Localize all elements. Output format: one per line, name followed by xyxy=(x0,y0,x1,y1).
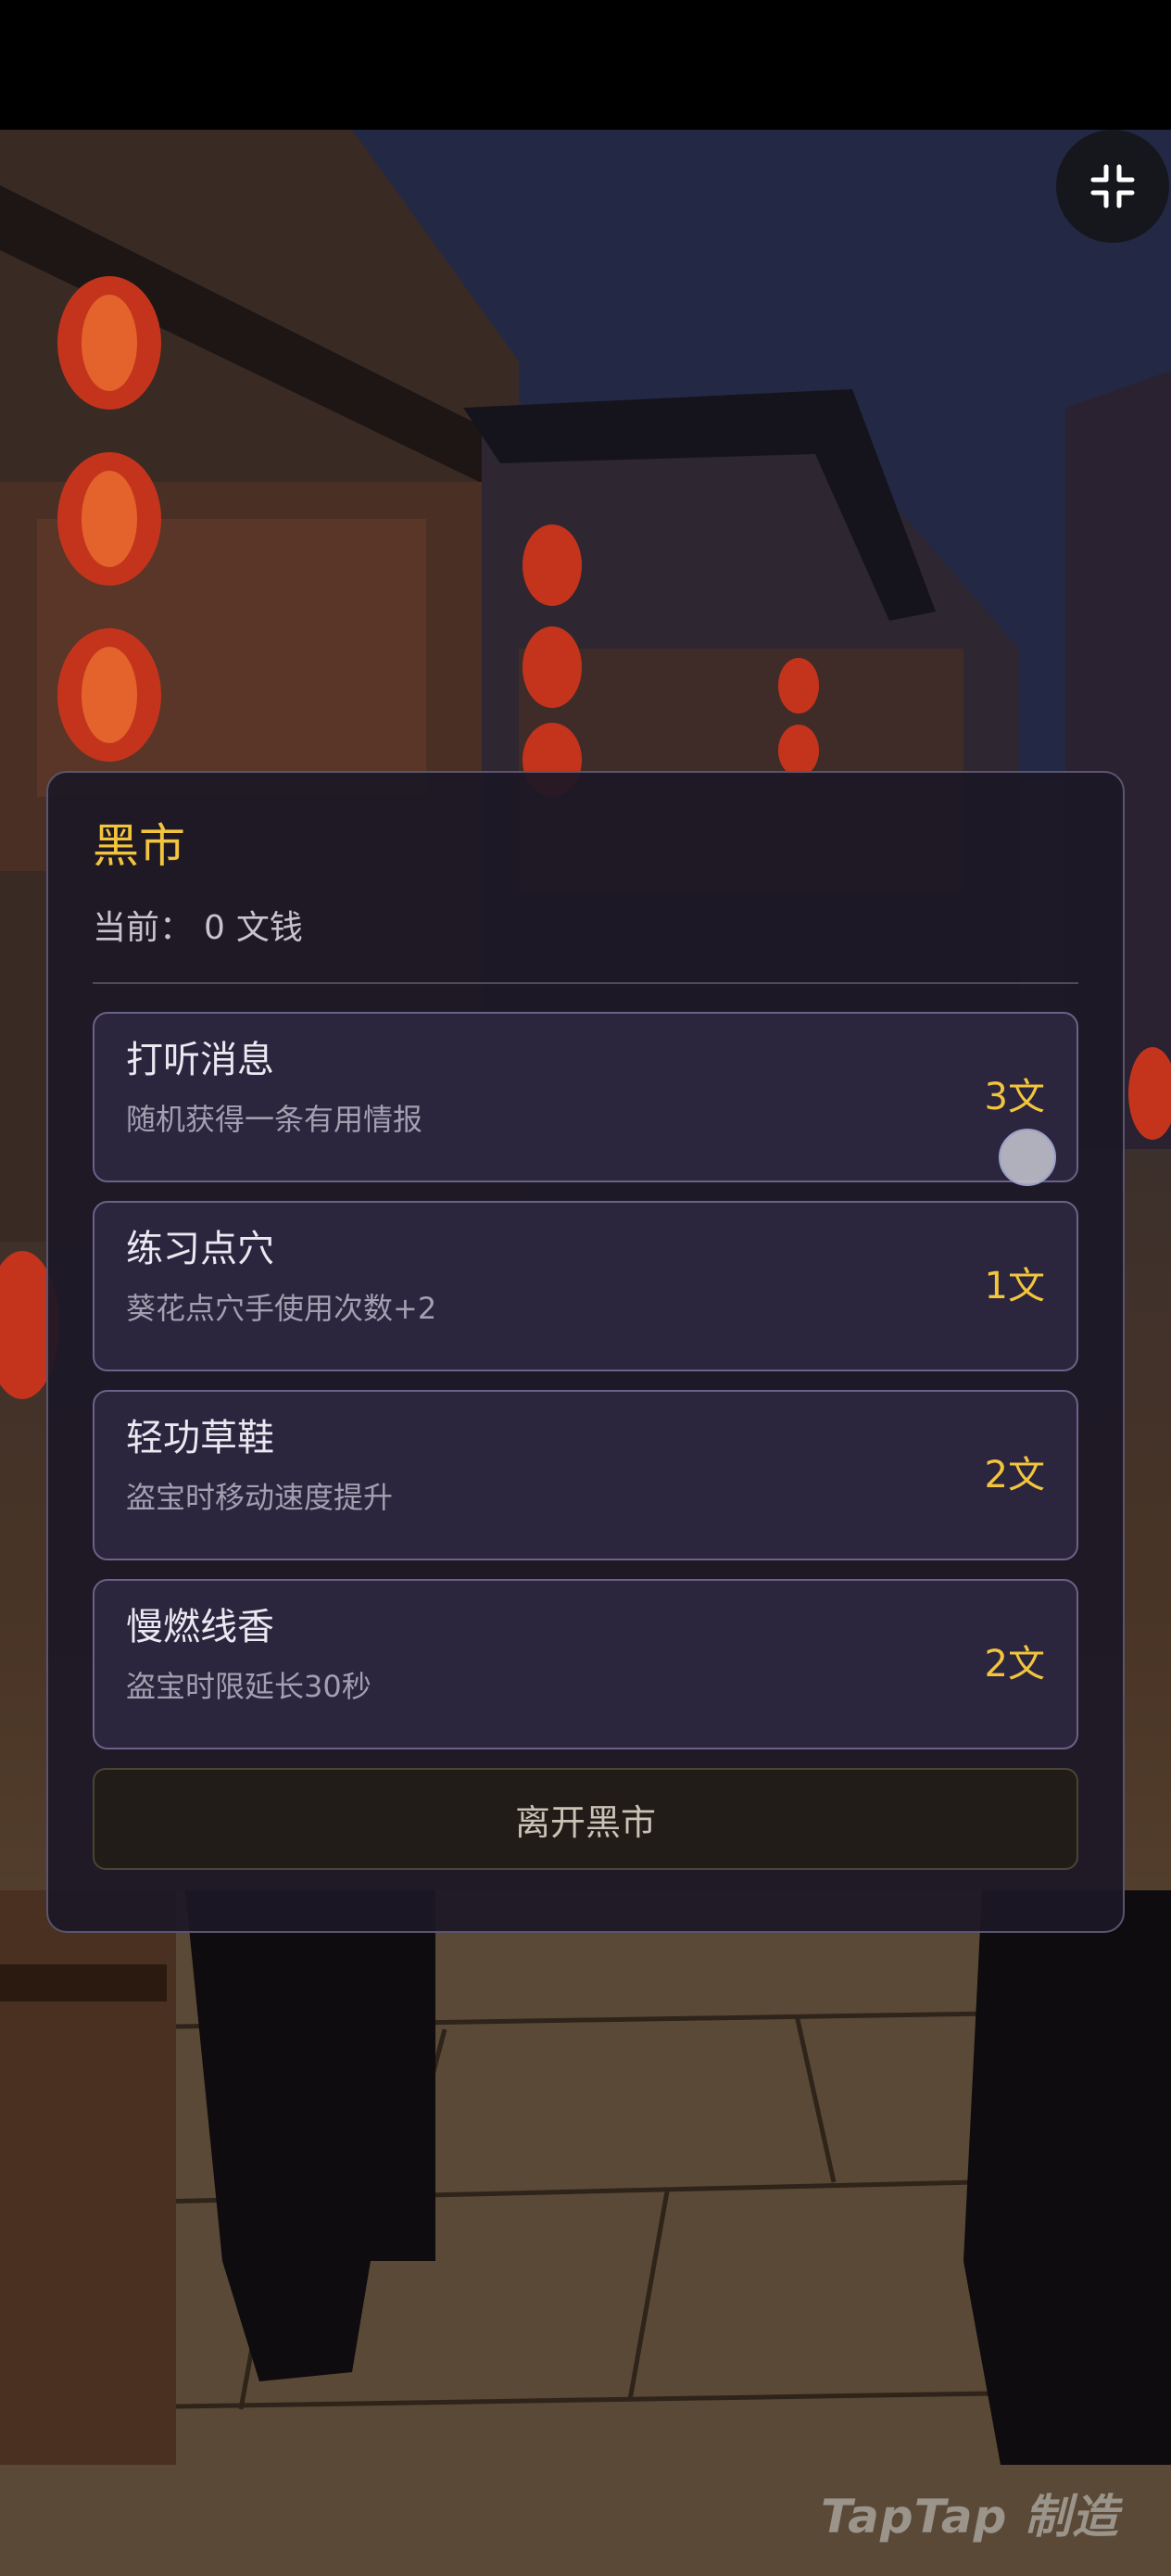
black-market-panel: 黑市 当前： 0 文钱 打听消息 随机获得一条有用情报 3文 练习点穴 葵花点穴… xyxy=(46,771,1125,1933)
item-price: 1文 xyxy=(984,1265,1045,1307)
taptap-watermark: TapTap 制造 xyxy=(821,2490,1119,2544)
item-name: 打听消息 xyxy=(126,1039,274,1081)
item-name: 练习点穴 xyxy=(126,1228,274,1270)
balance-value: 0 xyxy=(204,909,225,947)
item-description: 盗宝时限延长30秒 xyxy=(126,1669,371,1704)
item-description: 盗宝时移动速度提升 xyxy=(126,1480,394,1515)
status-bar-area xyxy=(0,0,1171,130)
game-screen: 黑市 当前： 0 文钱 打听消息 随机获得一条有用情报 3文 练习点穴 葵花点穴… xyxy=(0,0,1171,2576)
item-name: 轻功草鞋 xyxy=(126,1417,274,1459)
shop-item-list: 打听消息 随机获得一条有用情报 3文 练习点穴 葵花点穴手使用次数+2 1文 轻… xyxy=(93,1012,1078,1749)
exit-fullscreen-button[interactable] xyxy=(1056,130,1169,243)
leave-market-button[interactable]: 离开黑市 xyxy=(93,1768,1078,1870)
shop-item-acupoint-practice[interactable]: 练习点穴 葵花点穴手使用次数+2 1文 xyxy=(93,1201,1078,1371)
balance-unit: 文钱 xyxy=(235,909,303,947)
item-name: 慢燃线香 xyxy=(126,1606,274,1648)
item-price: 2文 xyxy=(984,1643,1045,1686)
item-price: 2文 xyxy=(984,1454,1045,1496)
touch-indicator xyxy=(999,1129,1056,1186)
shop-item-slow-incense[interactable]: 慢燃线香 盗宝时限延长30秒 2文 xyxy=(93,1579,1078,1749)
shop-item-intel[interactable]: 打听消息 随机获得一条有用情报 3文 xyxy=(93,1012,1078,1182)
balance-label: 当前： xyxy=(93,909,194,947)
panel-title: 黑市 xyxy=(93,819,185,873)
shop-item-straw-sandals[interactable]: 轻功草鞋 盗宝时移动速度提升 2文 xyxy=(93,1390,1078,1560)
item-description: 随机获得一条有用情报 xyxy=(126,1102,423,1137)
balance-display: 当前： 0 文钱 xyxy=(93,910,1078,947)
item-price: 3文 xyxy=(984,1076,1045,1118)
item-description: 葵花点穴手使用次数+2 xyxy=(126,1291,437,1326)
divider xyxy=(93,982,1078,984)
exit-fullscreen-icon xyxy=(1090,164,1135,208)
